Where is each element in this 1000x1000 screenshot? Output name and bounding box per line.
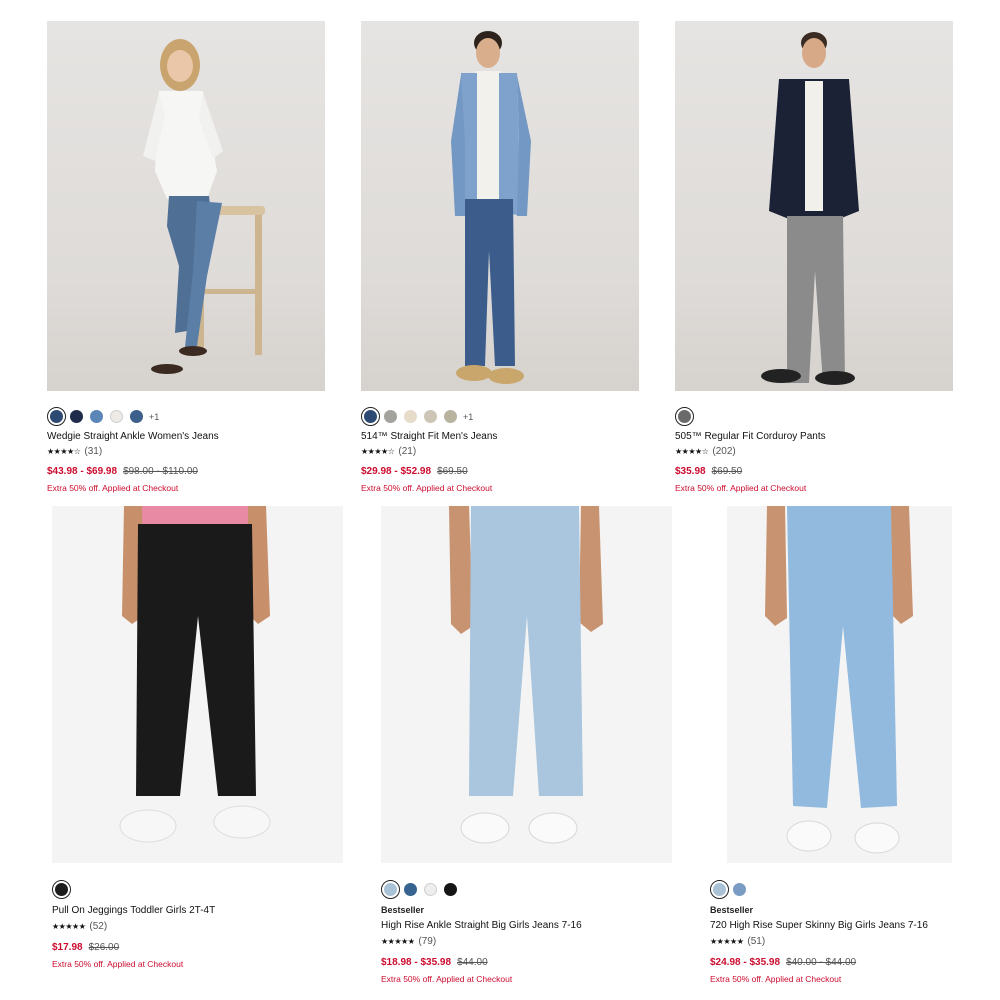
sale-price: $43.98 - $69.98	[47, 466, 118, 477]
promo-text[interactable]: Extra 50% off. Applied at Checkout	[710, 974, 841, 984]
promo-text[interactable]: Extra 50% off. Applied at Checkout	[675, 483, 806, 493]
star-rating-icon: ★★★★★	[381, 937, 415, 946]
product-image[interactable]	[381, 506, 672, 863]
product-photo-ankle-straight-jeans	[449, 506, 603, 844]
original-price: $26.00	[88, 942, 120, 953]
color-swatch[interactable]	[381, 880, 400, 899]
more-colors-count[interactable]: +1	[149, 412, 159, 422]
promo-text[interactable]: Extra 50% off. Applied at Checkout	[52, 959, 183, 969]
price-block: $29.98 - $52.98 $69.50	[361, 466, 468, 477]
color-swatch[interactable]	[675, 407, 694, 426]
sale-price: $24.98 - $35.98	[710, 957, 781, 968]
price-block: $17.98 $26.00	[52, 942, 119, 953]
product-image[interactable]	[52, 506, 343, 863]
product-name[interactable]: 720 High Rise Super Skinny Big Girls Jea…	[710, 920, 928, 931]
product-rating: ★★★★☆ (31)	[47, 446, 102, 457]
review-count: (31)	[84, 446, 103, 457]
original-price: $44.00	[457, 957, 488, 968]
color-swatches	[675, 407, 694, 426]
color-swatch[interactable]	[710, 880, 729, 899]
sale-price: $18.98 - $35.98	[381, 957, 452, 968]
product-name[interactable]: 514™ Straight Fit Men's Jeans	[361, 431, 497, 442]
color-swatch[interactable]	[404, 883, 417, 896]
more-colors-count[interactable]: +1	[463, 412, 473, 422]
product-name[interactable]: 505™ Regular Fit Corduroy Pants	[675, 431, 826, 442]
review-count: (202)	[712, 446, 736, 457]
color-swatch[interactable]	[130, 410, 143, 423]
color-swatch[interactable]	[444, 410, 457, 423]
product-photo-woman-on-stool	[143, 39, 265, 374]
sale-price: $29.98 - $52.98	[361, 466, 432, 477]
color-swatch[interactable]	[47, 407, 66, 426]
color-swatch[interactable]	[444, 883, 457, 896]
product-rating: ★★★★☆ (21)	[361, 446, 416, 457]
color-swatch[interactable]	[110, 410, 123, 423]
product-rating: ★★★★★ (79)	[381, 936, 436, 947]
original-price: $98.00 - $110.00	[123, 466, 198, 477]
sale-price: $17.98	[52, 942, 83, 953]
color-swatches	[710, 880, 746, 899]
product-photo-man-denim-shirt	[451, 31, 531, 384]
color-swatches	[381, 880, 457, 899]
product-image[interactable]	[675, 21, 953, 391]
color-swatch[interactable]	[384, 410, 397, 423]
color-swatches: +1	[47, 407, 159, 426]
color-swatches: +1	[361, 407, 473, 426]
star-rating-icon: ★★★★★	[710, 937, 744, 946]
product-image[interactable]	[727, 506, 952, 863]
product-rating: ★★★★★ (52)	[52, 921, 107, 932]
star-rating-icon: ★★★★☆	[47, 447, 81, 456]
color-swatch[interactable]	[52, 880, 71, 899]
review-count: (51)	[747, 936, 766, 947]
color-swatch[interactable]	[733, 883, 746, 896]
review-count: (21)	[398, 446, 417, 457]
price-block: $18.98 - $35.98 $44.00	[381, 957, 488, 968]
price-block: $24.98 - $35.98 $40.00 - $44.00	[710, 957, 856, 968]
color-swatch[interactable]	[361, 407, 380, 426]
original-price: $69.50	[437, 466, 468, 477]
price-block: $43.98 - $69.98 $98.00 - $110.00	[47, 466, 198, 477]
promo-text[interactable]: Extra 50% off. Applied at Checkout	[381, 974, 512, 984]
color-swatch[interactable]	[90, 410, 103, 423]
star-rating-icon: ★★★★★	[52, 922, 86, 931]
star-rating-icon: ★★★★☆	[675, 447, 709, 456]
original-price: $69.50	[711, 466, 743, 477]
price-block: $35.98 $69.50	[675, 466, 742, 477]
color-swatch[interactable]	[424, 883, 437, 896]
product-name[interactable]: High Rise Ankle Straight Big Girls Jeans…	[381, 920, 582, 931]
product-photo-man-trucker-jacket	[761, 32, 859, 385]
promo-text[interactable]: Extra 50% off. Applied at Checkout	[361, 483, 492, 493]
product-name[interactable]: Pull On Jeggings Toddler Girls 2T-4T	[52, 905, 215, 916]
product-rating: ★★★★★ (51)	[710, 936, 765, 947]
review-count: (79)	[418, 936, 437, 947]
color-swatch[interactable]	[424, 410, 437, 423]
product-image[interactable]	[361, 21, 639, 391]
original-price: $40.00 - $44.00	[786, 957, 857, 968]
product-photo-super-skinny-jeans	[765, 506, 913, 854]
product-name[interactable]: Wedgie Straight Ankle Women's Jeans	[47, 431, 219, 442]
star-rating-icon: ★★★★☆	[361, 447, 395, 456]
bestseller-badge: Bestseller	[381, 905, 425, 915]
review-count: (52)	[89, 921, 108, 932]
color-swatches	[52, 880, 71, 899]
bestseller-badge: Bestseller	[710, 905, 754, 915]
color-swatch[interactable]	[70, 410, 83, 423]
product-rating: ★★★★☆ (202)	[675, 446, 736, 457]
promo-text[interactable]: Extra 50% off. Applied at Checkout	[47, 483, 178, 493]
product-photo-toddler-jeggings	[119, 506, 271, 843]
color-swatch[interactable]	[404, 410, 417, 423]
sale-price: $35.98	[675, 466, 706, 477]
product-image[interactable]	[47, 21, 325, 391]
